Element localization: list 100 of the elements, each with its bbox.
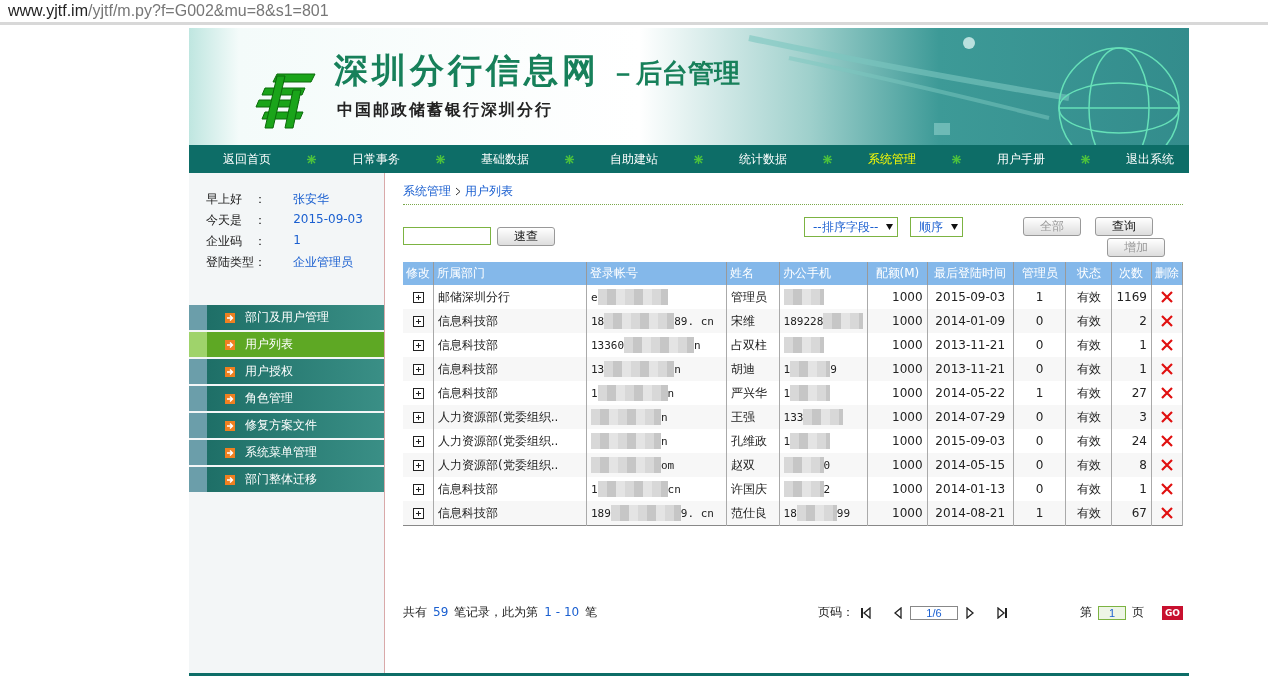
sidebar-item[interactable]: 系统菜单管理 xyxy=(189,440,384,465)
asterisk-icon xyxy=(436,154,445,164)
expand-icon[interactable] xyxy=(412,483,424,495)
cell-text: e xyxy=(590,290,598,304)
delete-icon[interactable] xyxy=(1160,291,1173,303)
page-indicator-field[interactable]: 1/6 xyxy=(909,605,958,620)
sidebar-item[interactable]: 角色管理 xyxy=(189,386,384,411)
table-cell: 有效 xyxy=(1065,501,1112,526)
nav-link[interactable]: 自助建站 xyxy=(610,150,658,168)
delete-icon[interactable] xyxy=(1160,315,1173,327)
info-label: 登陆类型： xyxy=(206,254,267,271)
cell-text: 189 xyxy=(590,506,611,520)
redaction-blur xyxy=(590,457,661,473)
nav-link[interactable]: 返回首页 xyxy=(223,150,271,168)
expand-icon[interactable] xyxy=(412,411,424,423)
expand-icon[interactable] xyxy=(412,459,424,471)
column-header: 配额(M) xyxy=(867,262,928,285)
expand-icon[interactable] xyxy=(412,507,424,519)
sidebar-item[interactable]: 部门整体迁移 xyxy=(189,467,384,492)
cell-text: 9 xyxy=(830,362,837,376)
redaction-blur xyxy=(790,385,831,401)
arrow-icon xyxy=(225,393,235,404)
cell-text: 133 xyxy=(783,410,804,424)
redaction-blur xyxy=(783,481,824,497)
breadcrumb-link[interactable]: 用户列表 xyxy=(465,183,513,200)
cell-text: 13360 xyxy=(590,338,625,352)
skip-icon[interactable] xyxy=(859,606,872,619)
cell-text: n xyxy=(660,434,668,448)
chevron-icon xyxy=(455,187,461,196)
skip-icon[interactable] xyxy=(995,606,1008,619)
cell-text: 99 xyxy=(836,506,851,520)
delete-icon[interactable] xyxy=(1160,459,1173,471)
cell-text: 9. cn xyxy=(680,506,714,520)
arrow-icon xyxy=(225,420,235,431)
nav-link[interactable]: 退出系统 xyxy=(1126,150,1174,168)
nav-link[interactable]: 用户手册 xyxy=(997,150,1045,168)
redaction-blur xyxy=(796,505,837,521)
redaction-blur xyxy=(604,361,675,377)
sidebar-item[interactable]: 部门及用户管理 xyxy=(189,305,384,330)
asterisk-icon xyxy=(694,154,703,164)
redaction-blur xyxy=(823,313,864,329)
search-field[interactable] xyxy=(403,227,491,245)
sidebar-item[interactable]: 用户授权 xyxy=(189,359,384,384)
logo-icon xyxy=(255,70,317,132)
table-cell: 1000 xyxy=(867,501,928,526)
record-summary: 共有 59 笔记录，此为第 1 - 10 笔 xyxy=(403,604,598,621)
sort-order-dropdown[interactable]: 顺序 xyxy=(910,217,964,237)
delete-icon[interactable] xyxy=(1160,387,1173,399)
expand-icon[interactable] xyxy=(412,363,424,375)
sort-field-dropdown[interactable]: --排序字段-- xyxy=(804,217,899,237)
asterisk-icon xyxy=(952,154,961,164)
expand-icon[interactable] xyxy=(412,315,424,327)
cell-text: 18 xyxy=(590,314,605,328)
info-label: 企业码 ： xyxy=(206,233,267,250)
nav-link[interactable]: 基础数据 xyxy=(481,150,529,168)
table-cell: 范仕良 xyxy=(726,501,780,526)
go-button[interactable]: GO xyxy=(1161,605,1183,620)
sidebar-item[interactable]: 修复方案文件 xyxy=(189,413,384,438)
redaction-blur xyxy=(590,433,661,449)
nav-link[interactable]: 系统管理 xyxy=(868,150,916,168)
nav-link[interactable]: 日常事务 xyxy=(352,150,400,168)
pager-label: 页码： xyxy=(817,604,854,621)
delete-icon[interactable] xyxy=(1160,483,1173,495)
delete-icon[interactable] xyxy=(1160,363,1173,375)
action-button[interactable]: 查询 xyxy=(1095,217,1154,236)
delete-icon[interactable] xyxy=(1160,435,1173,447)
column-header: 姓名 xyxy=(726,262,780,285)
table-cell: 信息科技部 xyxy=(433,501,587,526)
info-value: 1 xyxy=(293,233,302,249)
page-prefix: 第 xyxy=(1079,604,1092,621)
address-bar[interactable]: www.yjtf.im/yjtf/m.py?f=G002&mu=8&s1=801 xyxy=(0,0,1268,25)
info-value: 张安华 xyxy=(293,191,331,208)
column-header: 删除 xyxy=(1151,262,1183,285)
site-subtitle: 中国邮政储蓄银行深圳分行 xyxy=(337,100,553,121)
delete-icon[interactable] xyxy=(1160,411,1173,423)
delete-icon[interactable] xyxy=(1160,339,1173,351)
column-header: 次数 xyxy=(1111,262,1152,285)
cell-text: om xyxy=(660,458,675,472)
redaction-blur xyxy=(610,505,681,521)
expand-icon[interactable] xyxy=(412,435,424,447)
nav-link[interactable]: 统计数据 xyxy=(739,150,787,168)
column-header: 最后登陆时间 xyxy=(927,262,1014,285)
expand-icon[interactable] xyxy=(412,387,424,399)
quick-search-button[interactable]: 速查 xyxy=(497,227,555,246)
triangle-icon[interactable] xyxy=(963,606,976,619)
redaction-blur xyxy=(597,289,668,305)
redaction-blur xyxy=(783,457,824,473)
cell-text: 1 xyxy=(590,482,598,496)
breadcrumb-link[interactable]: 系统管理 xyxy=(403,183,451,200)
delete-icon[interactable] xyxy=(1160,507,1173,519)
cell-text: 0 xyxy=(823,458,831,472)
cell-text: n xyxy=(667,386,675,400)
page-suffix: 页 xyxy=(1131,604,1144,621)
page-number-field[interactable]: 1 xyxy=(1097,605,1126,620)
table-cell: 2014-08-21 xyxy=(927,501,1014,526)
expand-icon[interactable] xyxy=(412,339,424,351)
column-header: 登录帐号 xyxy=(586,262,727,285)
redaction-blur xyxy=(783,337,824,353)
expand-icon[interactable] xyxy=(412,291,424,303)
asterisk-icon xyxy=(823,154,832,164)
